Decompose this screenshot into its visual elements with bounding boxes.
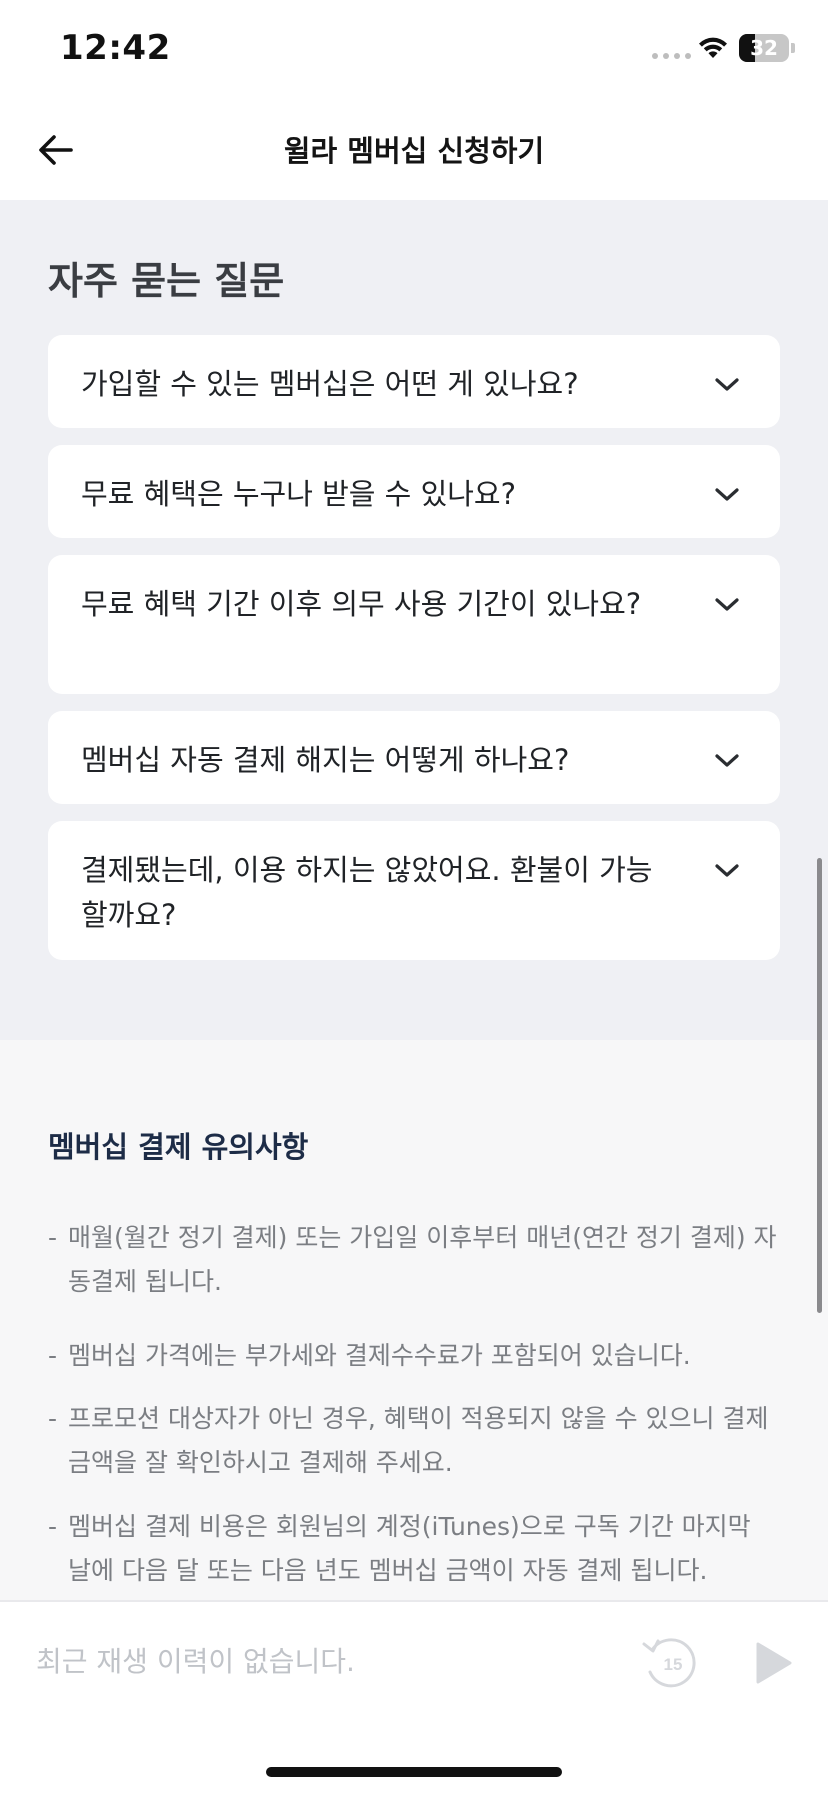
faq-question: 무료 혜택은 누구나 받을 수 있나요? — [81, 477, 517, 511]
faq-item[interactable]: 무료 혜택 기간 이후 의무 사용 기간이 있나요? — [48, 555, 780, 694]
chevron-down-icon — [715, 754, 739, 767]
play-button[interactable] — [738, 1630, 804, 1696]
notice-text: 프로모션 대상자가 아닌 경우, 혜택이 적용되지 않을 수 있으니 결제금액을… — [68, 1404, 769, 1477]
status-time: 12:42 — [60, 28, 171, 68]
faq-section: 자주 묻는 질문 가입할 수 있는 멤버십은 어떤 게 있나요? 무료 혜택은 … — [0, 200, 828, 1040]
notice-text: 매월(월간 정기 결제) 또는 가입일 이후부터 매년(연간 정기 결제) 자동… — [68, 1223, 777, 1296]
chevron-down-icon — [715, 488, 739, 501]
play-icon — [756, 1642, 792, 1684]
player-empty-text: 최근 재생 이력이 없습니다. — [36, 1645, 355, 1678]
battery-icon: 32 — [739, 34, 789, 62]
bullet-dash: - — [48, 1512, 58, 1541]
bullet-dash: - — [48, 1223, 58, 1252]
bullet-dash: - — [48, 1341, 58, 1370]
notice-title: 멤버십 결제 유의사항 — [48, 1130, 309, 1164]
chevron-down-icon — [715, 864, 739, 877]
cellular-signal-icon — [652, 53, 691, 59]
faq-item[interactable]: 결제됐는데, 이용 하지는 않았어요. 환불이 가능할까요? — [48, 821, 780, 960]
faq-item[interactable]: 멤버십 자동 결제 해지는 어떻게 하나요? — [48, 711, 780, 804]
battery-tip — [791, 43, 795, 53]
faq-heading: 자주 묻는 질문 — [48, 259, 285, 303]
notice-text: 멤버십 가격에는 부가세와 결제수수료가 포함되어 있습니다. — [68, 1341, 691, 1370]
faq-question: 가입할 수 있는 멤버십은 어떤 게 있나요? — [81, 367, 579, 401]
rewind-15-icon: 15 — [642, 1638, 696, 1688]
scrollbar[interactable] — [817, 858, 822, 1313]
payment-notice-section: 멤버십 결제 유의사항 - 매월(월간 정기 결제) 또는 가입일 이후부터 매… — [0, 1040, 828, 1600]
chevron-down-icon — [715, 378, 739, 391]
mini-player-bar: 최근 재생 이력이 없습니다. 15 — [0, 1600, 828, 1794]
nav-bar: 윌라 멤버십 신청하기 — [0, 100, 828, 200]
chevron-down-icon — [715, 598, 739, 611]
faq-item[interactable]: 가입할 수 있는 멤버십은 어떤 게 있나요? — [48, 335, 780, 428]
home-indicator — [266, 1767, 562, 1777]
faq-question: 무료 혜택 기간 이후 의무 사용 기간이 있나요? — [81, 587, 642, 621]
faq-question: 멤버십 자동 결제 해지는 어떻게 하나요? — [81, 743, 570, 777]
faq-question: 결제됐는데, 이용 하지는 않았어요. 환불이 가능할까요? — [81, 853, 653, 932]
faq-item[interactable]: 무료 혜택은 누구나 받을 수 있나요? — [48, 445, 780, 538]
battery-level: 32 — [750, 36, 778, 60]
wifi-icon — [699, 37, 727, 58]
status-bar: 12:42 32 — [0, 0, 828, 100]
rewind-seconds: 15 — [664, 1655, 683, 1674]
bullet-dash: - — [48, 1404, 58, 1433]
rewind-15-button[interactable]: 15 — [638, 1630, 704, 1696]
page-title: 윌라 멤버십 신청하기 — [283, 134, 545, 168]
notice-text: 멤버십 결제 비용은 회원님의 계정(iTunes)으로 구독 기간 마지막 날… — [68, 1512, 751, 1585]
